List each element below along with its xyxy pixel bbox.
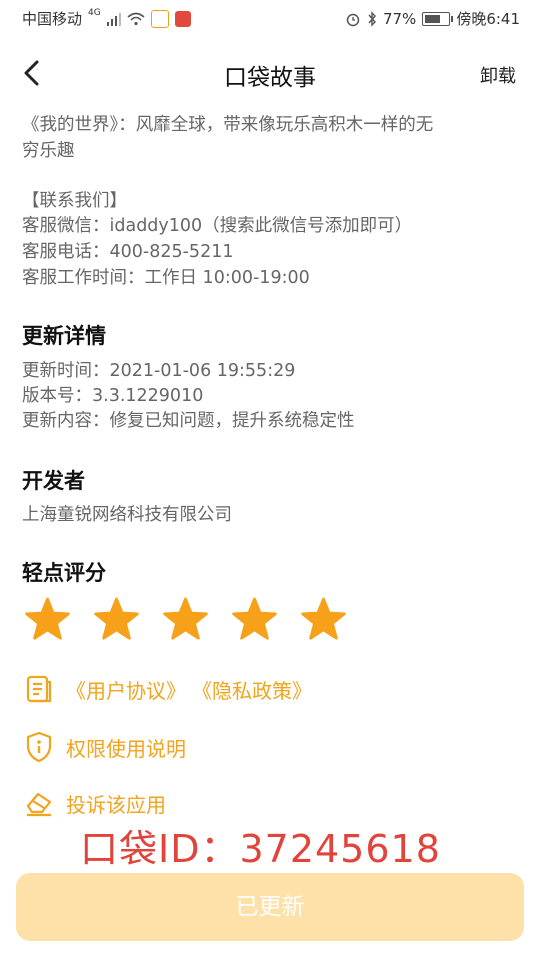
star-icon-3[interactable] [162,597,209,642]
user-agreement-link[interactable]: 《用户协议》 [66,675,186,704]
report-row[interactable]: 投诉该应用 [24,788,166,818]
star-icon-5[interactable] [300,597,347,642]
app-notification-icon [150,9,169,28]
clock: 傍晚6:41 [456,10,520,28]
contact-wechat: 客服微信：idaddy100（搜索此微信号添加即可） [22,216,413,236]
star-icon-2[interactable] [93,597,140,642]
shield-info-icon [26,731,52,763]
carrier-label: 中国移动 [22,10,83,28]
permissions-row[interactable]: 权限使用说明 [24,731,186,763]
update-content: 更新内容：修复已知问题，提升系统稳定性 [22,411,355,431]
alarm-icon [346,13,360,26]
page-title: 口袋故事 [224,65,316,91]
status-bar: 中国移动 4G 77% 傍晚6:41 [0,0,540,36]
status-left: 中国移动 4G [22,8,191,29]
star-icon-1[interactable] [24,597,71,642]
permissions-link: 权限使用说明 [66,736,186,761]
status-right: 77% 傍晚6:41 [345,8,520,29]
contact-phone: 客服电话：400-825-5211 [22,242,234,262]
developer-name: 上海童锐网络科技有限公司 [22,505,232,525]
document-icon [26,675,52,703]
battery-percent: 77% [382,9,417,28]
description-line-1: 《我的世界》：风靡全球，带来像玩乐高积木一样的无 [22,115,434,135]
star-icon-4[interactable] [231,597,278,642]
signal-icon [106,12,121,26]
contact-hours: 客服工作时间：工作日 10:00-19:00 [22,268,310,288]
update-version: 版本号：3.3.1229010 [22,386,204,406]
app-notification-icon-2 [174,10,191,27]
privacy-policy-link[interactable]: 《隐私政策》 [192,675,312,704]
app-header: 口袋故事 卸载 [0,52,540,98]
bluetooth-icon [368,10,376,27]
rating-stars [24,597,347,642]
contact-title: 【联系我们】 [22,191,127,211]
updated-button[interactable]: 已更新 [16,873,524,941]
battery-icon [422,11,454,26]
agreement-row: 《用户协议》 《隐私政策》 [24,674,312,704]
uninstall-button[interactable]: 卸载 [480,62,516,88]
wifi-icon [127,12,145,25]
description-line-2: 穷乐趣 [22,141,75,161]
report-eraser-icon [26,792,52,817]
update-time: 更新时间：2021-01-06 19:55:29 [22,361,296,381]
report-link: 投诉该应用 [66,792,166,817]
rating-section-title: 轻点评分 [22,561,106,585]
id-watermark: 口袋ID：37245618 [80,827,441,871]
network-type: 4G [88,7,101,18]
developer-section-title: 开发者 [22,469,85,493]
update-section-title: 更新详情 [22,324,106,348]
